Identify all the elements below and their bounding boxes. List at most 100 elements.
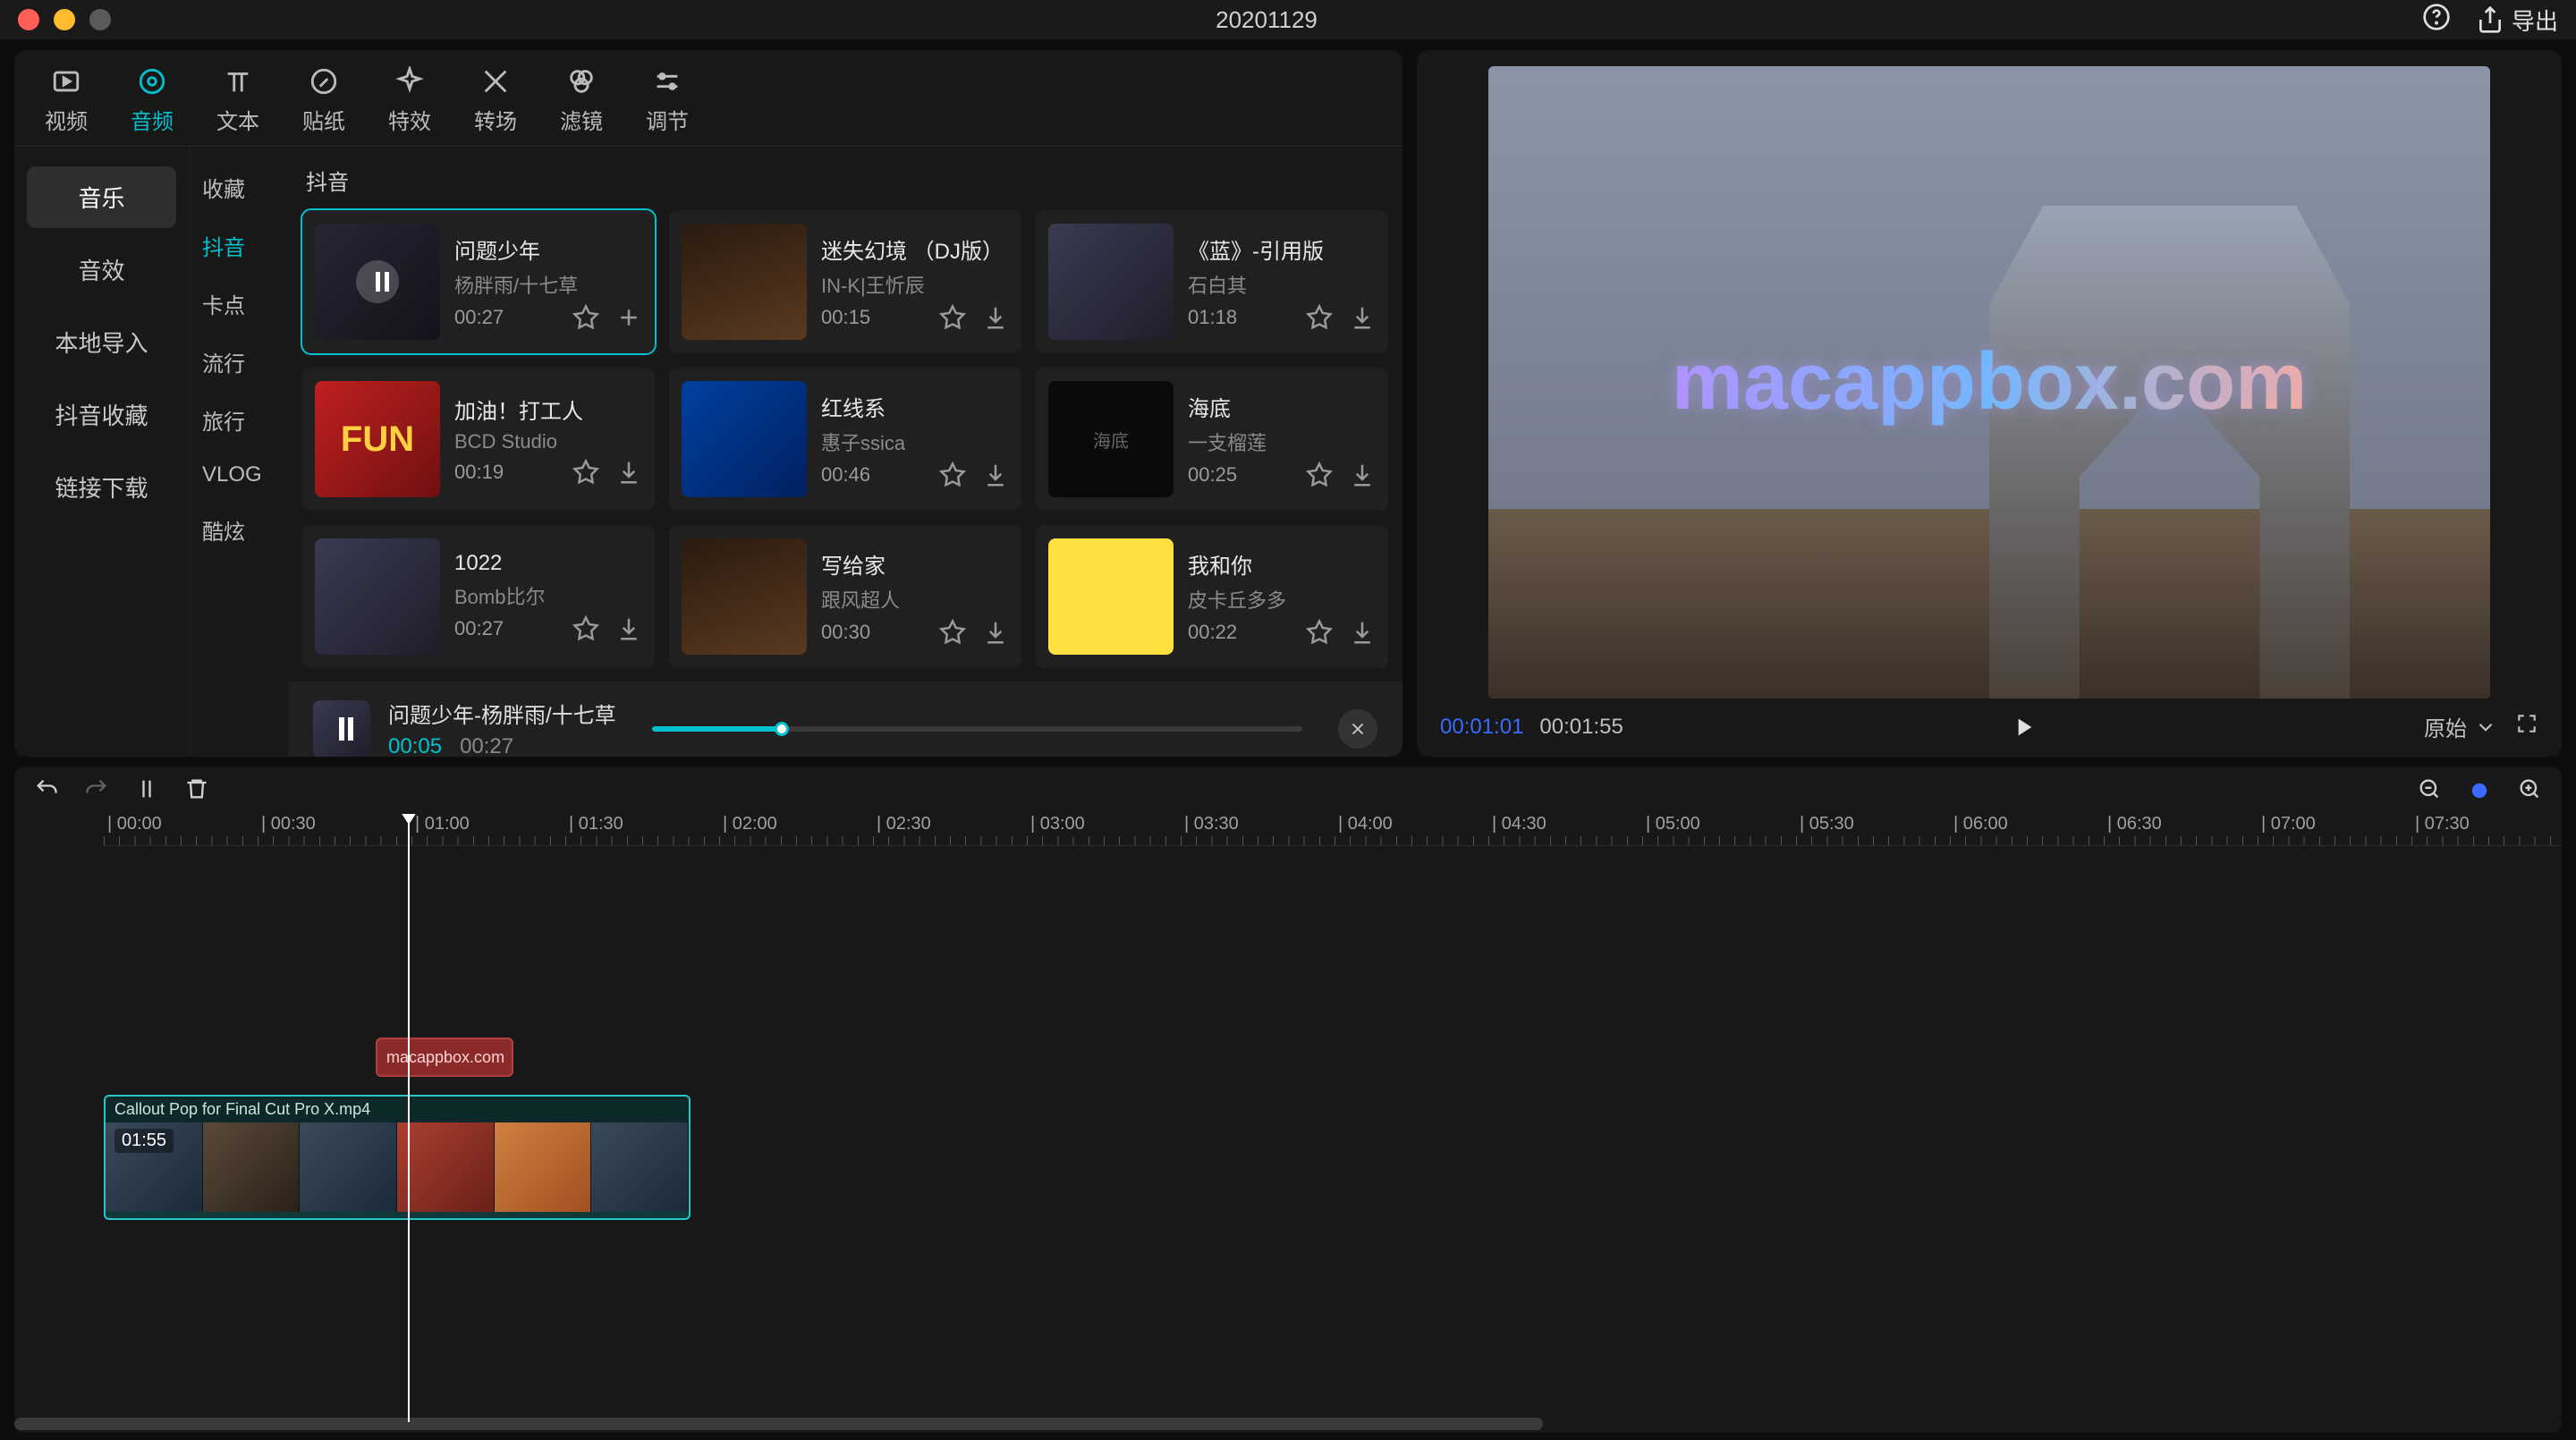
track-thumbnail[interactable] xyxy=(315,538,440,655)
track-artist: 皮卡丘多多 xyxy=(1188,585,1376,614)
track-thumbnail[interactable] xyxy=(682,224,807,340)
music-heading: 抖音 xyxy=(306,165,1388,196)
clip-filename: Callout Pop for Final Cut Pro X.mp4 xyxy=(106,1097,689,1122)
track-thumbnail[interactable] xyxy=(682,381,807,497)
subtab-music[interactable]: 音乐 xyxy=(27,166,176,228)
track-title: 1022 xyxy=(454,551,642,576)
cat-favorites[interactable]: 收藏 xyxy=(202,172,275,203)
music-card[interactable]: 红线系惠子ssica00:46 xyxy=(669,368,1021,511)
ruler-tick: | 07:30 xyxy=(2411,814,2562,845)
timeline[interactable]: | 00:00| 00:30| 01:00| 01:30| 02:00| 02:… xyxy=(14,814,2562,1422)
preview-viewport[interactable]: macappbox.com xyxy=(1488,66,2490,699)
music-card[interactable]: 写给家跟风超人00:30 xyxy=(669,525,1021,668)
music-card[interactable]: 海底海底一支榴莲00:25 xyxy=(1036,368,1388,511)
playhead[interactable] xyxy=(408,814,410,1422)
export-button[interactable]: 导出 xyxy=(2476,4,2558,37)
preview-time-current: 00:01:01 xyxy=(1440,715,1523,740)
tab-filter[interactable]: 滤镜 xyxy=(560,66,603,135)
aspect-ratio-select[interactable]: 原始 xyxy=(2424,711,2497,742)
zoom-slider[interactable] xyxy=(2467,778,2492,803)
tab-adjust[interactable]: 调节 xyxy=(646,66,689,135)
favorite-icon[interactable] xyxy=(939,619,966,646)
download-icon[interactable] xyxy=(615,615,642,642)
track-thumbnail[interactable] xyxy=(682,538,807,655)
music-card[interactable]: 《蓝》-引用版石白其01:18 xyxy=(1036,210,1388,353)
ruler-tick: | 00:00 xyxy=(104,814,258,845)
music-card[interactable]: 1022Bomb比尔00:27 xyxy=(302,525,655,668)
download-icon[interactable] xyxy=(1349,304,1376,331)
favorite-icon[interactable] xyxy=(572,615,599,642)
maximize-window[interactable] xyxy=(89,9,111,30)
subtab-link-download[interactable]: 链接下载 xyxy=(27,456,176,518)
player-pause-button[interactable] xyxy=(313,700,370,758)
minimize-window[interactable] xyxy=(54,9,75,30)
close-window[interactable] xyxy=(18,9,39,30)
text-clip[interactable]: macappbox.com xyxy=(376,1038,513,1077)
track-thumbnail[interactable] xyxy=(1048,224,1174,340)
tab-video[interactable]: 视频 xyxy=(45,66,88,135)
add-to-timeline-icon[interactable] xyxy=(615,304,642,331)
download-icon[interactable] xyxy=(982,619,1009,646)
undo-button[interactable] xyxy=(34,776,59,806)
video-clip[interactable]: Callout Pop for Final Cut Pro X.mp4 01:5… xyxy=(104,1095,691,1220)
download-icon[interactable] xyxy=(982,304,1009,331)
music-card[interactable]: 加油！打工人BCD Studio00:19 xyxy=(302,368,655,511)
pause-icon[interactable] xyxy=(356,260,399,303)
fullscreen-icon[interactable] xyxy=(2515,712,2538,741)
track-thumbnail[interactable]: 海底 xyxy=(1048,381,1174,497)
player-close-button[interactable] xyxy=(1338,709,1377,749)
music-card[interactable]: 问题少年杨胖雨/十七草00:27 xyxy=(302,210,655,353)
cat-beat[interactable]: 卡点 xyxy=(202,288,275,319)
preview-play-button[interactable] xyxy=(1640,713,2408,741)
cat-travel[interactable]: 旅行 xyxy=(202,404,275,436)
music-categories: 收藏 抖音 卡点 流行 旅行 VLOG 酷炫 xyxy=(190,147,288,757)
preview-panel: macappbox.com 00:01:01 00:01:55 原始 xyxy=(1417,50,2562,757)
favorite-icon[interactable] xyxy=(572,304,599,331)
download-icon[interactable] xyxy=(615,459,642,486)
zoom-in-icon[interactable] xyxy=(2517,776,2542,806)
horizontal-scrollbar[interactable] xyxy=(14,1415,2562,1433)
tab-audio[interactable]: 音频 xyxy=(131,66,174,135)
player-progress-slider[interactable] xyxy=(652,726,1302,732)
track-artist: 杨胖雨/十七草 xyxy=(454,270,642,299)
tab-effect[interactable]: 特效 xyxy=(388,66,431,135)
track-artist: 跟风超人 xyxy=(821,585,1009,614)
download-icon[interactable] xyxy=(982,462,1009,488)
delete-button[interactable] xyxy=(184,776,209,806)
tab-sticker[interactable]: 贴纸 xyxy=(302,66,345,135)
favorite-icon[interactable] xyxy=(572,459,599,486)
subtab-soundfx[interactable]: 音效 xyxy=(27,239,176,301)
music-card[interactable]: 迷失幻境 （DJ版）IN-K|王忻辰00:15 xyxy=(669,210,1021,353)
cat-cool[interactable]: 酷炫 xyxy=(202,514,275,546)
timeline-ruler[interactable]: | 00:00| 00:30| 01:00| 01:30| 02:00| 02:… xyxy=(104,814,2562,846)
favorite-icon[interactable] xyxy=(939,304,966,331)
split-button[interactable] xyxy=(134,776,159,806)
subtab-local-import[interactable]: 本地导入 xyxy=(27,311,176,373)
ruler-tick: | 04:00 xyxy=(1335,814,1488,845)
tab-transition[interactable]: 转场 xyxy=(474,66,517,135)
track-artist: 一支榴莲 xyxy=(1188,428,1376,456)
cat-vlog[interactable]: VLOG xyxy=(202,462,275,487)
cat-pop[interactable]: 流行 xyxy=(202,346,275,377)
favorite-icon[interactable] xyxy=(1306,304,1333,331)
cat-douyin[interactable]: 抖音 xyxy=(202,230,275,261)
redo-button[interactable] xyxy=(84,776,109,806)
track-thumbnail[interactable] xyxy=(1048,538,1174,655)
music-card[interactable]: 我和你皮卡丘多多00:22 xyxy=(1036,525,1388,668)
favorite-icon[interactable] xyxy=(1306,619,1333,646)
help-icon[interactable] xyxy=(2422,3,2451,38)
zoom-out-icon[interactable] xyxy=(2417,776,2442,806)
track-title: 《蓝》-引用版 xyxy=(1188,233,1376,265)
tab-text[interactable]: 文本 xyxy=(216,66,259,135)
media-type-tabs: 视频 音频 文本 贴纸 特效 转场 滤镜 调节 xyxy=(14,50,1402,147)
download-icon[interactable] xyxy=(1349,619,1376,646)
ruler-tick: | 03:30 xyxy=(1181,814,1335,845)
timeline-toolbar xyxy=(14,767,2562,814)
ruler-tick: | 06:00 xyxy=(1950,814,2104,845)
favorite-icon[interactable] xyxy=(939,462,966,488)
track-thumbnail[interactable] xyxy=(315,381,440,497)
subtab-douyin-fav[interactable]: 抖音收藏 xyxy=(27,384,176,445)
track-thumbnail[interactable] xyxy=(315,224,440,340)
favorite-icon[interactable] xyxy=(1306,462,1333,488)
download-icon[interactable] xyxy=(1349,462,1376,488)
